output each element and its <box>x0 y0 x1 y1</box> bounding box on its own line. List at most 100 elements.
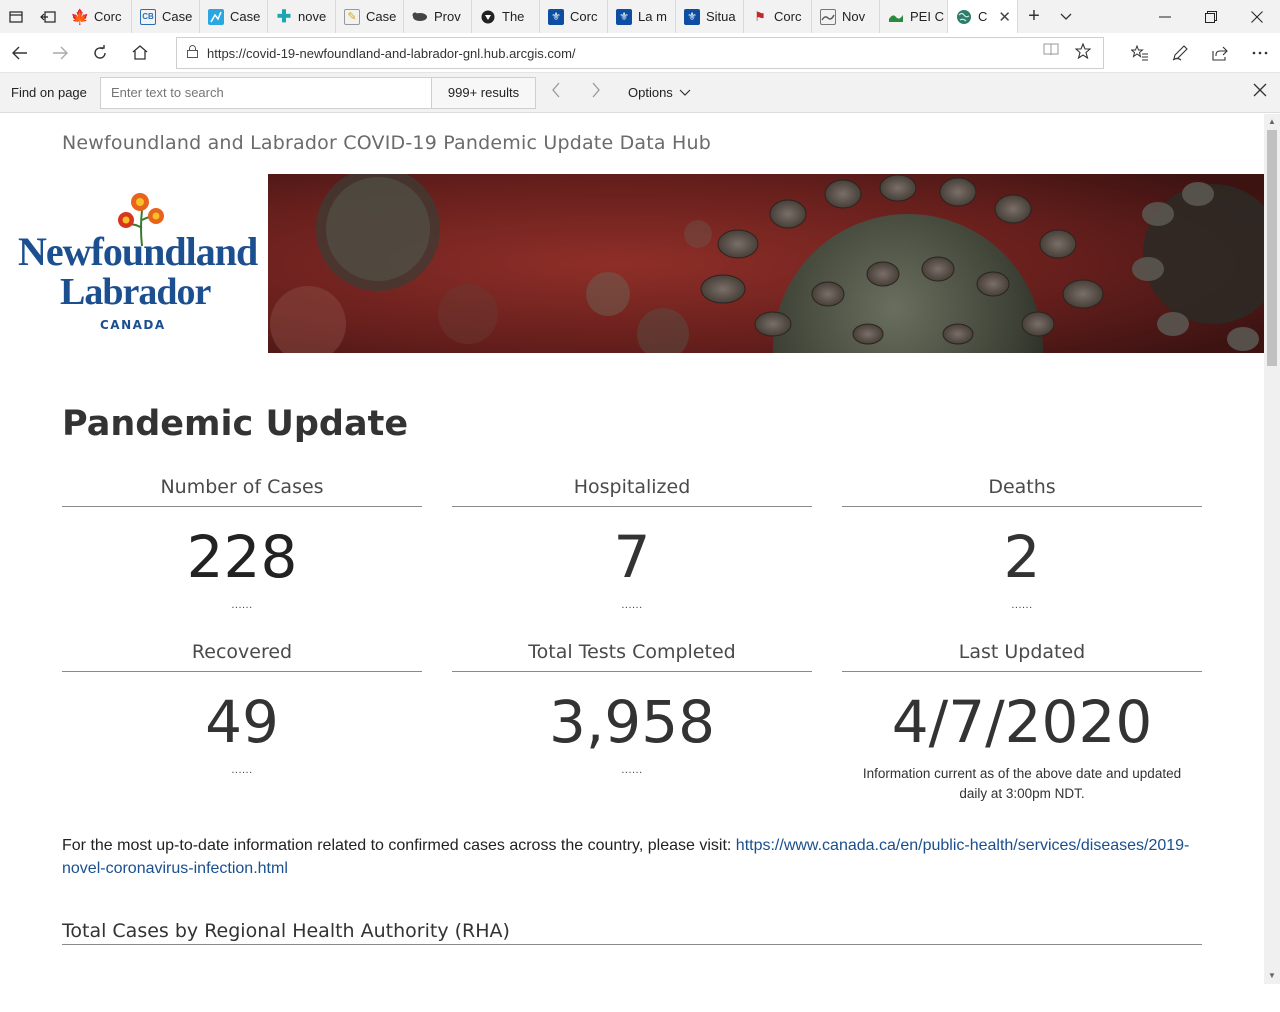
quebec-icon: ⚜ <box>684 8 700 25</box>
scroll-thumb[interactable] <box>1267 130 1277 366</box>
logo-country: CANADA <box>100 318 166 332</box>
browser-tab[interactable]: ⚑ Corc <box>744 0 812 33</box>
scroll-up-icon[interactable]: ▲ <box>1264 114 1280 130</box>
tab-label: Corc <box>94 9 122 24</box>
browser-tab[interactable]: PEI C <box>880 0 948 33</box>
stat-number-of-cases: Number of Cases 228 ...... <box>62 476 422 611</box>
stat-title: Total Tests Completed <box>452 641 812 672</box>
tab-label: The <box>502 9 525 24</box>
stat-title: Number of Cases <box>62 476 422 507</box>
address-bar: https://covid-19-newfoundland-and-labrad… <box>0 33 1280 73</box>
info-paragraph: For the most up-to-date information rela… <box>62 834 1202 880</box>
window-controls <box>1142 0 1280 33</box>
chevron-down-icon[interactable] <box>1050 0 1082 33</box>
nl-logo: Newfoundland Labrador CANADA <box>12 186 258 346</box>
site-title[interactable]: Newfoundland and Labrador COVID-19 Pande… <box>62 132 711 154</box>
close-tab-icon[interactable]: ✕ <box>998 8 1011 26</box>
rha-section-heading: Total Cases by Regional Health Authority… <box>62 920 1202 945</box>
tab-label: Situa <box>706 9 736 24</box>
page-content: Newfoundland and Labrador COVID-19 Pande… <box>0 114 1264 1012</box>
stat-footer: ...... <box>231 764 253 776</box>
new-tab-button[interactable]: + <box>1018 0 1050 33</box>
tab-label: Prov <box>434 9 461 24</box>
find-label: Find on page <box>11 85 87 100</box>
browser-tab[interactable]: Nov <box>812 0 880 33</box>
stat-recovered: Recovered 49 ...... <box>62 641 422 776</box>
stat-value: 2 <box>1003 523 1041 591</box>
url-bar[interactable]: https://covid-19-newfoundland-and-labrad… <box>176 37 1104 69</box>
close-find-icon[interactable] <box>1248 81 1272 105</box>
stat-value: 228 <box>186 523 298 591</box>
refresh-button[interactable] <box>80 33 120 73</box>
tab-label: C <box>978 9 988 24</box>
find-next-icon[interactable] <box>576 82 616 103</box>
stat-value: 49 <box>205 688 279 756</box>
logo-wordmark-line2: Labrador <box>60 271 211 313</box>
more-menu-icon[interactable] <box>1240 33 1280 73</box>
close-window-icon[interactable] <box>1234 0 1280 33</box>
tab-label: nove <box>298 9 327 24</box>
favorite-star-icon[interactable] <box>1074 42 1092 63</box>
stat-note: Information current as of the above date… <box>862 766 1182 801</box>
stat-value: 3,958 <box>548 688 716 756</box>
tab-label: Corc <box>570 9 598 24</box>
browser-tab[interactable]: The <box>472 0 540 33</box>
stat-deaths: Deaths 2 ...... <box>842 476 1202 611</box>
back-button[interactable] <box>0 33 40 73</box>
home-button[interactable] <box>120 33 160 73</box>
browser-tab[interactable]: ⚜ Situa <box>676 0 744 33</box>
favorites-hub-icon[interactable] <box>1120 33 1160 73</box>
stat-title: Deaths <box>842 476 1202 507</box>
page-scrollbar[interactable]: ▲ ▼ <box>1264 114 1280 984</box>
tab-label: Case <box>366 9 397 24</box>
tab-bar: 🍁 Corc CB Case Case ✚ nove ✎ Case Prov T… <box>0 0 1280 33</box>
url-text[interactable]: https://covid-19-newfoundland-and-labrad… <box>207 46 1043 61</box>
stat-hospitalized: Hospitalized 7 ...... <box>452 476 812 611</box>
logo-wordmark-line1: Newfoundland <box>18 229 258 274</box>
tab-label: Case <box>230 9 261 24</box>
find-results-count: 999+ results <box>432 76 536 109</box>
set-aside-tabs-icon[interactable] <box>32 0 64 33</box>
browser-tab[interactable]: CB Case <box>132 0 200 33</box>
canada-flag-icon: 🍁 <box>70 8 90 26</box>
chart-icon <box>208 8 224 25</box>
find-bar: Find on page 999+ results Options <box>0 73 1280 113</box>
globe-icon <box>956 9 972 25</box>
tab-label: PEI C <box>910 9 944 24</box>
bison-icon <box>412 9 428 25</box>
ns-icon: ⚑ <box>754 8 766 24</box>
stat-title: Last Updated <box>842 641 1202 672</box>
virus-banner-image <box>268 174 1264 353</box>
pei-icon <box>888 9 904 25</box>
stat-last-updated: Last Updated 4/7/2020 Information curren… <box>842 641 1202 804</box>
nb-icon <box>820 8 836 25</box>
bc-icon: ✎ <box>344 8 360 25</box>
browser-tab[interactable]: Case <box>200 0 268 33</box>
stat-footer: ...... <box>621 764 643 776</box>
lock-icon[interactable] <box>177 45 207 61</box>
scroll-down-icon[interactable]: ▼ <box>1264 968 1280 984</box>
browser-tab[interactable]: ⚜ Corc <box>540 0 608 33</box>
find-options-button[interactable]: Options <box>628 85 691 100</box>
browser-tab[interactable]: ✚ nove <box>268 0 336 33</box>
find-input[interactable] <box>100 76 432 109</box>
minimize-icon[interactable] <box>1142 0 1188 33</box>
tab-label: Nov <box>842 9 866 24</box>
browser-tab[interactable]: Prov <box>404 0 472 33</box>
tab-label: Corc <box>774 9 802 24</box>
browser-tab[interactable]: 🍁 Corc <box>64 0 132 33</box>
find-previous-icon[interactable] <box>536 82 576 103</box>
forward-button[interactable] <box>40 33 80 73</box>
restore-icon[interactable] <box>1188 0 1234 33</box>
tab-preview-icon[interactable] <box>0 0 32 33</box>
browser-tab[interactable]: ✎ Case <box>336 0 404 33</box>
stat-footer: ...... <box>621 599 643 611</box>
pen-annotate-icon[interactable] <box>1160 33 1200 73</box>
share-icon[interactable] <box>1200 33 1240 73</box>
browser-tab[interactable]: ⚜ La m <box>608 0 676 33</box>
quebec-icon: ⚜ <box>548 8 564 25</box>
reading-view-icon[interactable] <box>1043 43 1059 63</box>
browser-tab-active[interactable]: C ✕ <box>948 0 1018 33</box>
shield-icon <box>480 9 496 25</box>
stat-value: 7 <box>613 523 651 591</box>
